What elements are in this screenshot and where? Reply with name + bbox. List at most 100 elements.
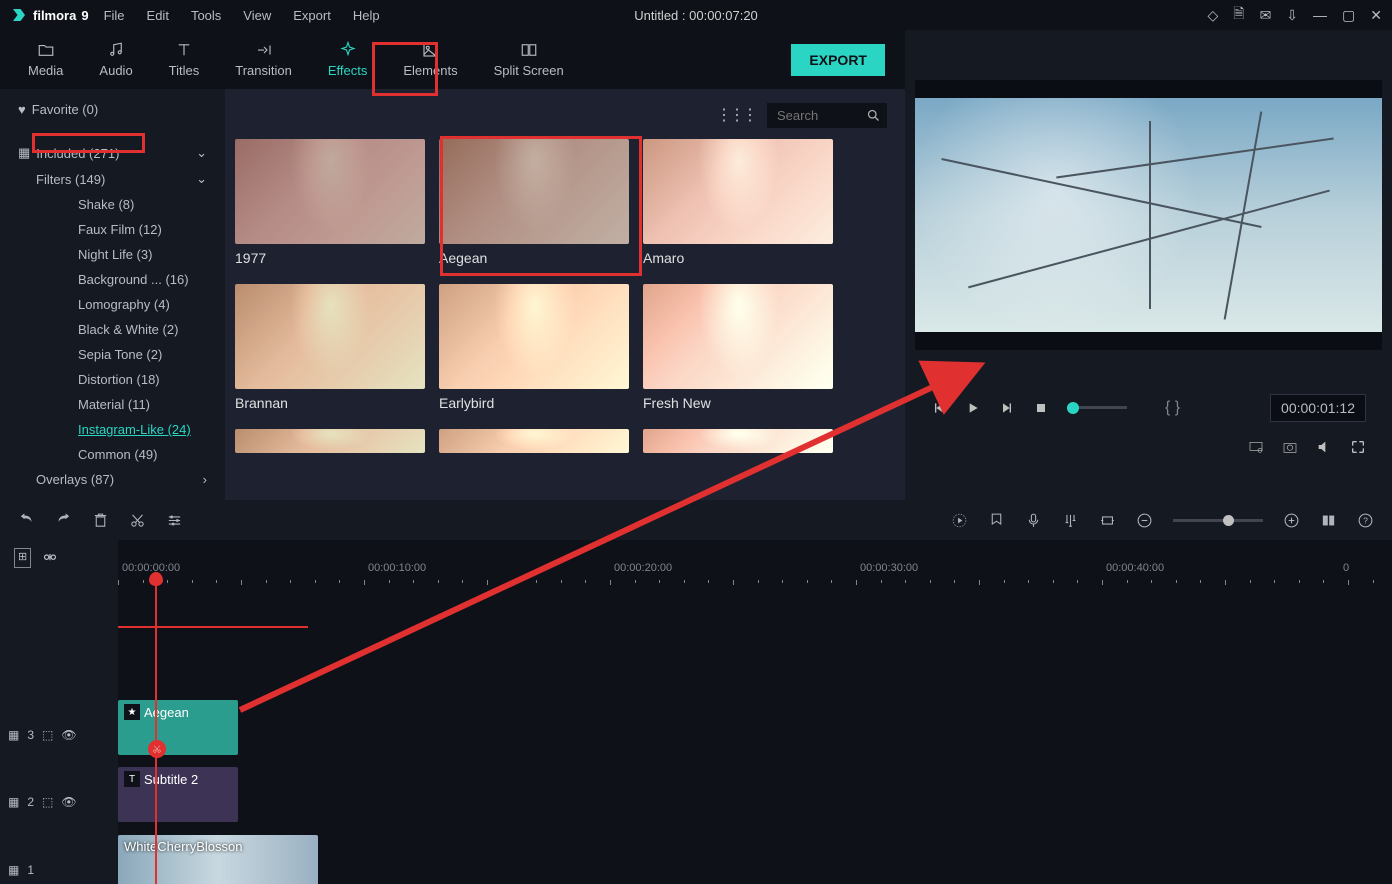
tab-audio[interactable]: Audio [81, 33, 150, 86]
grid-view-icon[interactable]: ⋮⋮⋮ [716, 105, 755, 125]
effects-sidebar: ♥ Favorite (0) ▦ Included (271)⌄ Filters… [0, 89, 225, 500]
effect-thumbnail-partial [235, 429, 425, 453]
track-3-header[interactable]: ▦3⬚👁 [0, 705, 118, 765]
play-button[interactable] [965, 400, 981, 416]
undo-button[interactable] [18, 512, 35, 529]
clip-aegean[interactable]: ★Aegean [118, 700, 238, 755]
effect-earlybird[interactable]: Earlybird [439, 284, 629, 411]
render-button[interactable] [951, 512, 968, 529]
sidebar-cat-material[interactable]: Material (11) [0, 392, 225, 417]
snapshot-icon[interactable] [1282, 439, 1298, 455]
ruler-label: 00:00:00:00 [122, 562, 180, 574]
effect-amaro[interactable]: Amaro [643, 139, 833, 266]
sidebar-cat-background[interactable]: Background ... (16) [0, 267, 225, 292]
sidebar-cat-shake[interactable]: Shake (8) [0, 192, 225, 217]
fullscreen-icon[interactable] [1350, 439, 1366, 455]
sidebar-cat-nightlife[interactable]: Night Life (3) [0, 242, 225, 267]
track-2-header[interactable]: ▦2⬚👁 [0, 772, 118, 832]
clip-subtitle[interactable]: TSubtitle 2 [118, 767, 238, 822]
track-1-header[interactable]: ▦1 [0, 840, 118, 884]
zoom-out-button[interactable] [1136, 512, 1153, 529]
mail-icon[interactable]: ✉ [1260, 7, 1272, 24]
account-icon[interactable]: ◇ [1208, 7, 1219, 24]
audio-icon[interactable] [1316, 439, 1332, 455]
effect-label: Earlybird [439, 395, 629, 411]
playhead[interactable] [155, 580, 157, 884]
next-frame-button[interactable] [999, 400, 1015, 416]
menu-help[interactable]: Help [353, 8, 380, 23]
tab-media[interactable]: Media [10, 33, 81, 86]
effect-brannan[interactable]: Brannan [235, 284, 425, 411]
zoom-slider[interactable] [1173, 519, 1263, 522]
display-settings-icon[interactable] [1248, 439, 1264, 455]
sidebar-favorite[interactable]: ♥ Favorite (0) [0, 97, 225, 122]
cut-button[interactable] [129, 512, 146, 529]
delete-button[interactable] [92, 512, 109, 529]
visibility-icon[interactable]: 👁 [61, 795, 76, 809]
marker-button[interactable] [988, 512, 1005, 529]
zoom-in-button[interactable] [1283, 512, 1300, 529]
title-bar: filmora9 File Edit Tools View Export Hel… [0, 0, 1392, 30]
effect-thumbnail [643, 139, 833, 244]
sidebar-included[interactable]: ▦ Included (271)⌄ [0, 140, 225, 166]
redo-button[interactable] [55, 512, 72, 529]
audio-mixer-button[interactable] [1062, 512, 1079, 529]
timeline[interactable]: ⊞ ⚮ 00:00:00:00 00:00:10:00 00:00:20:00 … [0, 540, 1392, 884]
tab-label: Media [28, 63, 63, 78]
menu-view[interactable]: View [243, 8, 271, 23]
stop-button[interactable] [1033, 400, 1049, 416]
timeline-ruler[interactable]: 00:00:00:00 00:00:10:00 00:00:20:00 00:0… [118, 562, 1392, 594]
lock-icon[interactable]: ⬚ [42, 728, 53, 742]
tab-splitscreen[interactable]: Split Screen [476, 33, 582, 86]
clip-video[interactable]: WhiteCherryBlosson [118, 835, 318, 884]
close-icon[interactable]: ✕ [1370, 7, 1382, 24]
link-icon[interactable]: ⚮ [43, 548, 56, 568]
ruler-label: 00:00:10:00 [368, 562, 426, 574]
export-button[interactable]: EXPORT [791, 44, 885, 76]
save-icon[interactable]: 🗎 [1233, 3, 1244, 27]
menu-export[interactable]: Export [293, 8, 331, 23]
sidebar-cat-lomography[interactable]: Lomography (4) [0, 292, 225, 317]
minimize-icon[interactable]: — [1313, 7, 1327, 23]
menu-edit[interactable]: Edit [147, 8, 169, 23]
volume-slider[interactable] [1067, 406, 1127, 409]
effect-label: Aegean [439, 250, 629, 266]
menu-file[interactable]: File [104, 8, 125, 23]
sidebar-filters[interactable]: Filters (149)⌄ [0, 166, 225, 192]
sidebar-cat-instagram[interactable]: Instagram-Like (24) [0, 417, 225, 442]
add-track-icon[interactable]: ⊞ [14, 548, 31, 568]
help-button[interactable]: ? [1357, 512, 1374, 529]
document-title: Untitled : 00:00:07:20 [634, 8, 758, 23]
tab-elements[interactable]: Elements [385, 33, 475, 86]
menu-bar: File Edit Tools View Export Help [104, 8, 380, 23]
voiceover-button[interactable] [1025, 512, 1042, 529]
selection-indicator [118, 626, 308, 628]
title-clip-icon: T [124, 771, 140, 787]
effect-aegean[interactable]: Aegean [439, 139, 629, 266]
split-view-button[interactable] [1320, 512, 1337, 529]
adjust-button[interactable] [166, 512, 183, 529]
download-icon[interactable]: ⇩ [1286, 7, 1298, 24]
preview-video[interactable] [915, 80, 1382, 350]
menu-tools[interactable]: Tools [191, 8, 221, 23]
sidebar-cat-fauxfilm[interactable]: Faux Film (12) [0, 217, 225, 242]
sidebar-cat-bw[interactable]: Black & White (2) [0, 317, 225, 342]
sidebar-cat-sepia[interactable]: Sepia Tone (2) [0, 342, 225, 367]
cut-marker[interactable] [148, 740, 166, 758]
maximize-icon[interactable]: ▢ [1342, 7, 1355, 24]
sidebar-overlays[interactable]: Overlays (87)› [0, 467, 225, 492]
tab-label: Split Screen [494, 63, 564, 78]
effect-freshnew[interactable]: Fresh New [643, 284, 833, 411]
tab-effects[interactable]: Effects [310, 33, 386, 86]
effect-thumbnail [643, 284, 833, 389]
lock-icon[interactable]: ⬚ [42, 795, 53, 809]
prev-frame-button[interactable] [931, 400, 947, 416]
sidebar-cat-distortion[interactable]: Distortion (18) [0, 367, 225, 392]
tab-titles[interactable]: Titles [151, 33, 218, 86]
crop-button[interactable] [1099, 512, 1116, 529]
effect-1977[interactable]: 1977 [235, 139, 425, 266]
tab-transition[interactable]: Transition [217, 33, 310, 86]
chevron-down-icon: ⌄ [196, 171, 207, 187]
visibility-icon[interactable]: 👁 [61, 728, 76, 742]
sidebar-cat-common[interactable]: Common (49) [0, 442, 225, 467]
